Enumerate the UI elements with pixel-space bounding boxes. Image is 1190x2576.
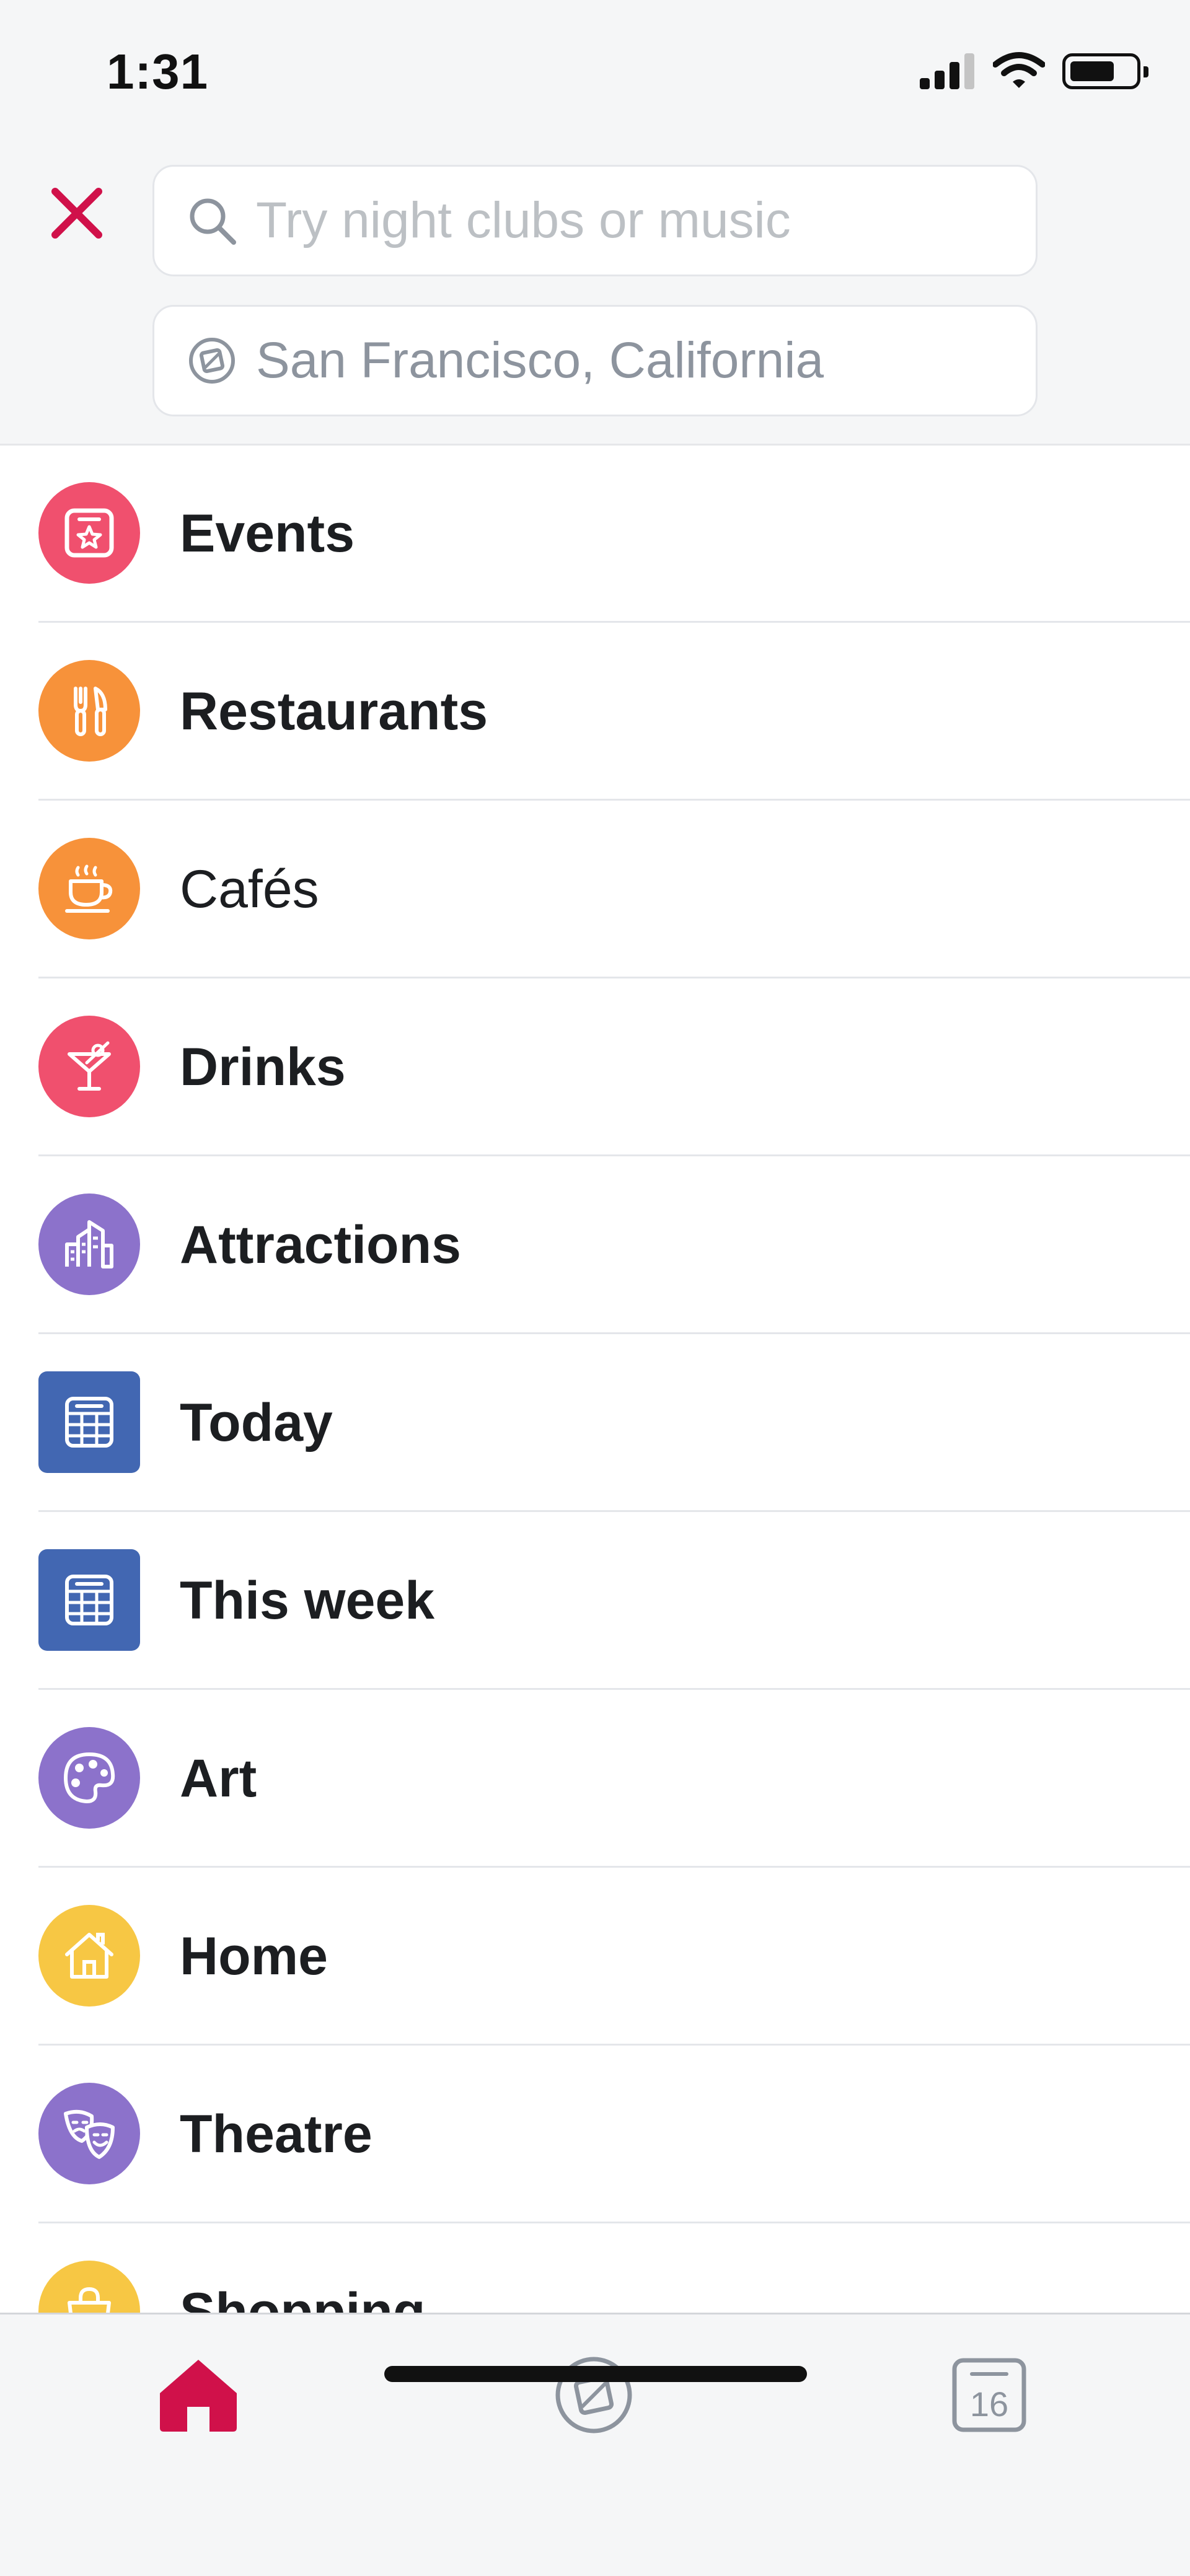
category-label: This week: [180, 1571, 435, 1630]
fork-knife-icon: [38, 660, 140, 762]
status-icons: [920, 52, 1148, 90]
category-item-drinks[interactable]: Drinks: [0, 978, 1190, 1156]
wifi-icon: [993, 52, 1045, 88]
calendar-icon: 16: [952, 2358, 1026, 2432]
buildings-icon: [38, 1193, 140, 1295]
location-field[interactable]: San Francisco, California: [152, 305, 1038, 416]
category-label: Cafés: [180, 859, 319, 919]
home-indicator: [384, 2366, 807, 2382]
category-item-attractions[interactable]: Attractions: [0, 1156, 1190, 1334]
category-label: Events: [180, 504, 355, 563]
calendar-icon: [38, 1371, 140, 1473]
search-icon: [187, 195, 237, 246]
calendar-day: 16: [970, 2385, 1008, 2424]
palette-icon: [38, 1727, 140, 1829]
event-star-icon: [38, 482, 140, 584]
battery-icon: [1062, 53, 1148, 89]
tab-explore[interactable]: [550, 2352, 637, 2438]
search-field[interactable]: [152, 165, 1038, 276]
category-label: Restaurants: [180, 682, 488, 741]
category-label: Today: [180, 1393, 333, 1453]
bottom-tab-bar: 16: [0, 2313, 1190, 2576]
status-time: 1:31: [107, 44, 209, 99]
category-item-home[interactable]: Home: [0, 1868, 1190, 2046]
category-label: Attractions: [180, 1215, 461, 1275]
tab-home[interactable]: [155, 2352, 242, 2438]
status-bar: 1:31: [0, 0, 1190, 143]
category-item-theatre[interactable]: Theatre: [0, 2046, 1190, 2223]
category-item-today[interactable]: Today: [0, 1334, 1190, 1512]
coffee-cup-icon: [38, 838, 140, 939]
category-label: Home: [180, 1927, 328, 1986]
calendar-icon: [38, 1549, 140, 1651]
home-icon: [160, 2360, 237, 2432]
house-icon: [38, 1905, 140, 2007]
category-label: Theatre: [180, 2104, 372, 2164]
header-area: 1:31 Try night clubs or music San Franci…: [0, 0, 1190, 445]
tab-calendar[interactable]: 16: [946, 2352, 1033, 2438]
category-item-restaurants[interactable]: Restaurants: [0, 623, 1190, 801]
compass-icon: [187, 335, 237, 386]
cellular-signal-icon: [920, 53, 976, 89]
location-value: San Francisco, California: [256, 332, 824, 389]
close-button[interactable]: [45, 181, 109, 245]
category-label: Art: [180, 1749, 257, 1808]
close-icon: [51, 188, 102, 239]
category-label: Drinks: [180, 1037, 346, 1097]
cocktail-icon: [38, 1016, 140, 1117]
search-input[interactable]: [256, 191, 1000, 250]
category-list: Events Restaurants Cafés Drinks Attracti…: [0, 445, 1190, 2401]
category-item-cafes[interactable]: Cafés: [0, 801, 1190, 978]
category-item-events[interactable]: Events: [0, 445, 1190, 623]
category-item-this-week[interactable]: This week: [0, 1512, 1190, 1690]
theatre-masks-icon: [38, 2083, 140, 2184]
category-item-art[interactable]: Art: [0, 1690, 1190, 1868]
